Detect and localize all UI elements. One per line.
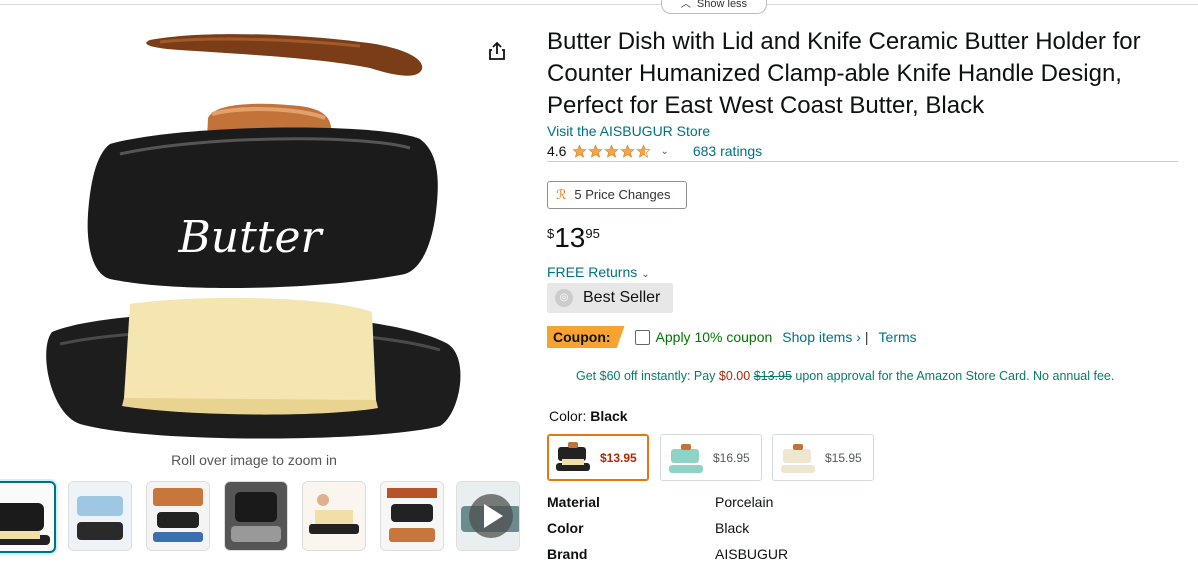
thumbnail-2[interactable] (68, 481, 132, 551)
product-title: Butter Dish with Lid and Knife Ceramic B… (547, 28, 1141, 119)
coupon-row: Coupon: Apply 10% coupon Shop items › | … (547, 326, 917, 348)
store-card-offer[interactable]: Get $60 off instantly: Pay $0.00 $13.95 … (576, 369, 1114, 383)
divider (547, 161, 1178, 162)
star-icon (604, 143, 620, 158)
thumbnail-video[interactable] (456, 481, 520, 551)
color-swatch-image (669, 443, 703, 473)
separator: | (864, 329, 869, 345)
half-star-icon (636, 143, 652, 158)
store-link[interactable]: Visit the AISBUGUR Store (547, 123, 710, 139)
rating-value: 4.6 (547, 143, 567, 159)
price-history-icon: ℛ (556, 187, 567, 202)
badge-icon: ◎ (555, 289, 573, 307)
color-option-black[interactable]: $13.95 (547, 434, 649, 481)
spec-row: Color Black (547, 520, 750, 536)
spec-row: Brand AISBUGUR (547, 546, 789, 562)
price: $1395 (547, 222, 600, 253)
color-swatch-image (781, 443, 815, 473)
best-seller-badge: ◎ Best Seller (547, 283, 673, 313)
shop-items-link[interactable]: Shop items › (782, 329, 861, 345)
terms-link[interactable]: Terms (879, 329, 917, 345)
chevron-down-icon[interactable]: ⌄ (660, 146, 668, 157)
spec-row: Material Porcelain (547, 494, 774, 510)
price-changes-button[interactable]: ℛ 5 Price Changes (547, 181, 687, 209)
star-rating[interactable] (572, 143, 652, 159)
ratings-count-link[interactable]: 683 ratings (693, 143, 762, 159)
coupon-checkbox[interactable] (634, 329, 650, 345)
thumbnail-1[interactable] (0, 481, 56, 553)
chevron-up-icon: ︿ (680, 0, 691, 10)
color-option-cream[interactable]: $15.95 (772, 434, 874, 481)
free-returns-link[interactable]: FREE Returns ⌄ (547, 264, 650, 280)
rating-row: 4.6 ⌄ 683 ratings (547, 143, 762, 159)
share-icon[interactable] (486, 40, 508, 62)
chevron-down-icon: ⌄ (641, 269, 650, 280)
color-swatch-image (556, 441, 590, 471)
color-label: Color: Black (549, 408, 628, 424)
thumbnail-4[interactable] (224, 481, 288, 551)
thumbnail-6[interactable] (380, 481, 444, 551)
star-icon (572, 143, 588, 158)
star-icon (588, 143, 604, 158)
zoom-hint: Roll over image to zoom in (171, 452, 337, 468)
butter-dish-image: Butter (46, 34, 461, 439)
thumbnail-5[interactable] (302, 481, 366, 551)
top-divider (0, 4, 1198, 5)
star-icon (620, 143, 636, 158)
main-product-image[interactable]: Butter (0, 14, 520, 454)
coupon-tag: Coupon: (547, 326, 625, 348)
thumbnail-strip (0, 481, 530, 553)
apply-coupon-label[interactable]: Apply 10% coupon (656, 329, 773, 345)
svg-text:Butter: Butter (177, 212, 324, 263)
thumbnail-3[interactable] (146, 481, 210, 551)
show-less-button[interactable]: ︿ Show less (661, 0, 767, 14)
color-option-mint[interactable]: $16.95 (660, 434, 762, 481)
